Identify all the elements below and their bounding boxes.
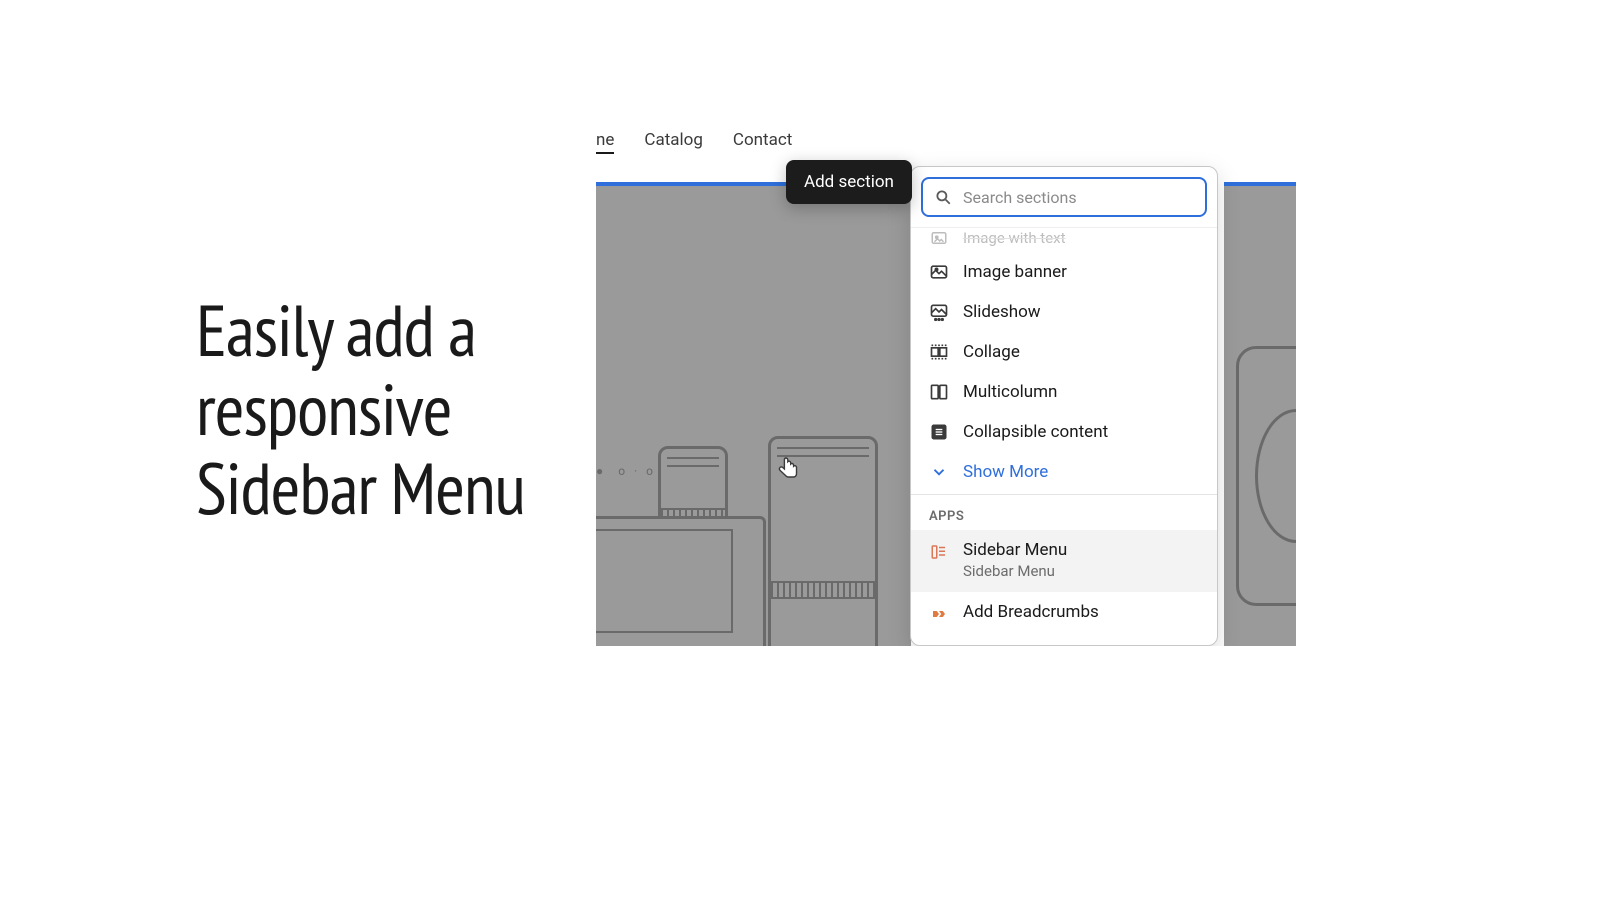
app-title: Add Breadcrumbs (963, 602, 1099, 622)
app-text: Sidebar Menu Sidebar Menu (963, 540, 1067, 580)
app-text: Add Breadcrumbs (963, 602, 1099, 622)
divider (911, 494, 1217, 495)
section-label: Slideshow (963, 302, 1041, 322)
section-item-image-with-text-partial[interactable]: Image with text (911, 228, 1217, 252)
storefront-hero-right (1224, 182, 1296, 646)
search-box[interactable] (921, 177, 1207, 217)
nav-catalog[interactable]: Catalog (644, 130, 703, 154)
add-section-tooltip: Add section (786, 160, 912, 204)
section-picker-panel: Image with text Image banner Slideshow C… (910, 166, 1218, 646)
app-title: Sidebar Menu (963, 540, 1067, 560)
section-label: Image with text (963, 229, 1066, 247)
image-banner-icon (929, 262, 949, 282)
section-item-slideshow[interactable]: Slideshow (911, 292, 1217, 332)
storefront-nav: ne Catalog Contact (596, 130, 792, 154)
breadcrumbs-app-icon (929, 604, 949, 624)
app-item-sidebar-menu[interactable]: Sidebar Menu Sidebar Menu (911, 530, 1217, 592)
section-label: Collage (963, 342, 1020, 362)
section-item-multicolumn[interactable]: Multicolumn (911, 372, 1217, 412)
app-item-breadcrumbs[interactable]: Add Breadcrumbs (911, 592, 1217, 624)
search-input[interactable] (963, 188, 1195, 207)
search-icon (933, 187, 953, 207)
sidebar-app-icon (929, 542, 949, 562)
pointer-cursor-icon (778, 456, 800, 486)
chevron-down-icon (929, 462, 949, 482)
nav-home-partial[interactable]: ne (596, 130, 614, 154)
nav-contact[interactable]: Contact (733, 130, 792, 154)
image-icon (929, 228, 949, 248)
app-subtitle: Sidebar Menu (963, 562, 1067, 580)
lineart-map (596, 516, 766, 646)
slideshow-icon (929, 302, 949, 322)
section-label: Multicolumn (963, 382, 1057, 402)
show-more-label: Show More (963, 462, 1048, 482)
section-item-collapsible-content[interactable]: Collapsible content (911, 412, 1217, 452)
lineart-camera (1236, 346, 1296, 606)
section-item-image-banner[interactable]: Image banner (911, 252, 1217, 292)
section-label: Image banner (963, 262, 1067, 282)
collage-icon (929, 342, 949, 362)
apps-group-label: APPS (911, 497, 1217, 530)
search-wrap (911, 167, 1217, 228)
storefront-hero-background: ● o · o · (596, 182, 911, 646)
lineart-illustration: ● o · o · (596, 186, 911, 646)
multicolumn-icon (929, 382, 949, 402)
promo-headline: Easily add a responsive Sidebar Menu (196, 290, 525, 528)
collapsible-icon (929, 422, 949, 442)
section-label: Collapsible content (963, 422, 1108, 442)
section-item-collage[interactable]: Collage (911, 332, 1217, 372)
screenshot-region: ne Catalog Contact ● o · o · Add section (596, 122, 1296, 646)
show-more-button[interactable]: Show More (911, 452, 1217, 492)
sections-list: Image with text Image banner Slideshow C… (911, 228, 1217, 645)
